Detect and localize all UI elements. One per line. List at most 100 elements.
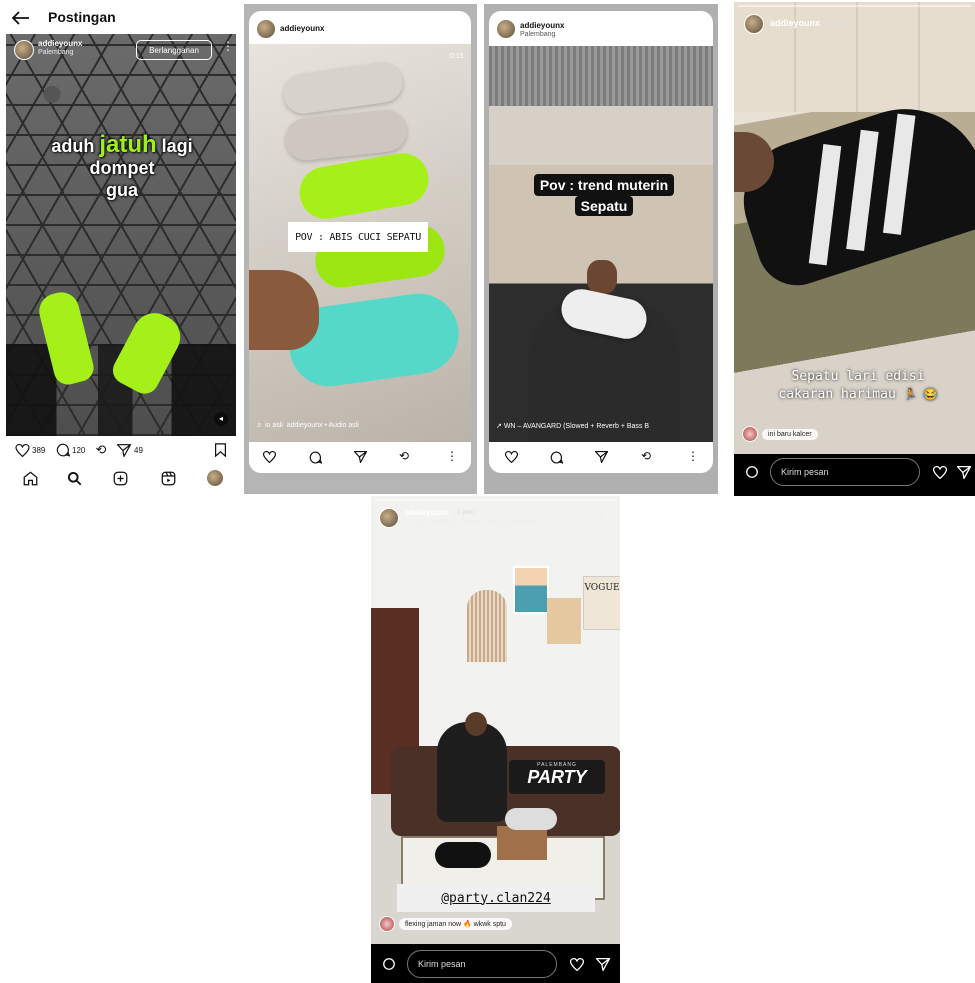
shoe-black bbox=[435, 842, 491, 868]
caption-highlight: jatuh bbox=[99, 131, 157, 158]
reels-icon[interactable] bbox=[160, 470, 176, 486]
home-icon[interactable] bbox=[22, 470, 38, 486]
reply-avatar bbox=[379, 916, 395, 932]
reel-username[interactable]: addieyounx bbox=[520, 21, 564, 30]
create-icon[interactable] bbox=[112, 470, 128, 486]
panel-reel-trend: addieyounx Palembang Pov : trend muterin… bbox=[484, 4, 718, 494]
poster-2 bbox=[547, 598, 581, 644]
shoe-box bbox=[497, 826, 547, 860]
comment-icon[interactable] bbox=[55, 443, 71, 457]
hand bbox=[249, 270, 319, 350]
panel-story-tiger: addieyounx 2 jam Sepatu lari edisi cakar… bbox=[734, 2, 975, 496]
reply-avatar bbox=[742, 426, 758, 442]
audio-line[interactable]: ↗ WN – AVANGARD (Slowed + Reverb + Bass … bbox=[496, 422, 706, 430]
banner-big: PARTY bbox=[527, 767, 587, 787]
location[interactable]: Palembang bbox=[38, 49, 73, 56]
caption-emoji: 🏃 😂 bbox=[903, 388, 938, 401]
subscribe-button[interactable]: Berlangganan bbox=[136, 40, 212, 60]
more-icon[interactable]: ⋮ bbox=[687, 449, 699, 463]
message-input[interactable]: Kirim pesan bbox=[770, 458, 920, 486]
repost-icon[interactable]: ⟲ bbox=[397, 448, 411, 464]
camera-icon[interactable] bbox=[381, 956, 397, 972]
shoe-white bbox=[505, 808, 557, 830]
page-title: Postingan bbox=[48, 9, 116, 25]
music-text: SILET OPEN UP, Jacson Seran, Juan Reza..… bbox=[410, 519, 542, 526]
share-icon[interactable] bbox=[353, 450, 367, 464]
caption-part-1: aduh bbox=[51, 136, 100, 156]
repost-icon[interactable]: ⟲ bbox=[639, 448, 653, 464]
reel-timer: 0:15 bbox=[450, 53, 464, 60]
story-caption: Sepatu lari edisi cakaran harimau 🏃 😂 bbox=[750, 368, 966, 404]
arrow-icon: ↗ bbox=[496, 423, 504, 430]
bookmark-icon[interactable] bbox=[214, 442, 226, 457]
comment-icon[interactable] bbox=[549, 450, 563, 464]
message-input[interactable]: Kirim pesan bbox=[407, 950, 557, 978]
reel-username[interactable]: addieyounx bbox=[280, 24, 324, 33]
avatar[interactable] bbox=[14, 40, 34, 60]
like-icon[interactable] bbox=[932, 464, 948, 480]
music-line[interactable]: ♪ SILET OPEN UP, Jacson Seran, Juan Reza… bbox=[405, 519, 585, 526]
like-icon[interactable] bbox=[14, 443, 30, 457]
caption-line-2: cakaran harimau bbox=[778, 387, 896, 402]
message-placeholder: Kirim pesan bbox=[781, 467, 829, 477]
poster-1 bbox=[513, 566, 549, 614]
poster-vogue: VOGUE bbox=[583, 576, 620, 630]
like-icon[interactable] bbox=[569, 956, 585, 972]
ceiling bbox=[489, 46, 713, 106]
story-username[interactable]: addieyounx bbox=[405, 508, 449, 517]
panel-reel-share: addieyounx 0:15 POV : ABIS CUCI SEPATU ♬… bbox=[244, 4, 477, 494]
more-icon[interactable]: ⋮ bbox=[601, 509, 612, 522]
camera-icon[interactable] bbox=[744, 464, 760, 480]
reel-avatar[interactable] bbox=[256, 19, 276, 39]
profile-avatar[interactable] bbox=[206, 469, 224, 487]
mention-text: @party.clan224 bbox=[441, 890, 551, 906]
reply-text: flexing jaman now 🔥 wkwk sptu bbox=[399, 918, 512, 930]
more-icon[interactable]: ⋮ bbox=[222, 40, 234, 52]
story-avatar[interactable] bbox=[744, 14, 764, 34]
story-progress bbox=[375, 499, 616, 501]
reel-avatar[interactable] bbox=[496, 19, 516, 39]
post-image bbox=[6, 34, 236, 436]
stripe-3 bbox=[882, 113, 916, 235]
story-time: 2 jam bbox=[457, 509, 475, 516]
share-count: 49 bbox=[134, 446, 143, 455]
like-icon[interactable] bbox=[504, 450, 518, 464]
mention-box[interactable]: @party.clan224 bbox=[397, 884, 595, 912]
music-note-icon: ♬ bbox=[256, 422, 265, 429]
audio-text: addieyounx • Audio asli bbox=[286, 422, 359, 429]
wall-hanging bbox=[467, 590, 507, 662]
more-icon[interactable]: ⋮ bbox=[446, 449, 458, 463]
panel-story-party: VOGUE PALEMBANG PARTY addieyounx 2 jam ♪… bbox=[371, 496, 620, 983]
reel-location[interactable]: Palembang bbox=[520, 31, 555, 38]
story-progress bbox=[738, 5, 971, 7]
reply-bubble: flexing jaman now 🔥 wkwk sptu bbox=[379, 916, 512, 932]
audio-line[interactable]: ♬ io asli addieyounx • Audio asli bbox=[256, 422, 359, 429]
audio-text: WN – AVANGARD (Slowed + Reverb + Bass B bbox=[503, 423, 650, 430]
send-icon[interactable] bbox=[956, 464, 972, 480]
caption-part-4: gua bbox=[105, 180, 138, 200]
repost-icon[interactable]: ⟲ bbox=[94, 442, 108, 458]
like-count: 389 bbox=[32, 446, 46, 455]
caption: aduh jatuh lagi dompet gua bbox=[18, 131, 226, 201]
comment-count: 120 bbox=[72, 446, 86, 455]
reel-video[interactable] bbox=[489, 46, 713, 442]
share-icon[interactable] bbox=[594, 450, 608, 464]
like-icon[interactable] bbox=[262, 450, 276, 464]
send-icon[interactable] bbox=[595, 956, 611, 972]
back-arrow-icon[interactable] bbox=[10, 8, 32, 28]
reply-text: ini baru kalcer bbox=[762, 428, 818, 440]
person-head bbox=[587, 260, 617, 294]
caption-line-1: Sepatu lari edisi bbox=[791, 369, 925, 384]
comment-icon[interactable] bbox=[308, 450, 322, 464]
mute-icon[interactable]: ◂ bbox=[214, 412, 228, 426]
audio-prefix: io asli bbox=[264, 422, 283, 429]
share-icon[interactable] bbox=[116, 443, 132, 457]
message-placeholder: Kirim pesan bbox=[418, 959, 466, 969]
search-icon[interactable] bbox=[66, 470, 82, 486]
story-avatar[interactable] bbox=[379, 508, 399, 528]
subscribe-label: Berlangganan bbox=[149, 45, 199, 55]
story-image: VOGUE PALEMBANG PARTY bbox=[371, 496, 620, 944]
username[interactable]: addieyounx bbox=[38, 39, 82, 48]
story-username[interactable]: addieyounx bbox=[770, 18, 820, 28]
story-time: 2 jam bbox=[826, 19, 846, 28]
